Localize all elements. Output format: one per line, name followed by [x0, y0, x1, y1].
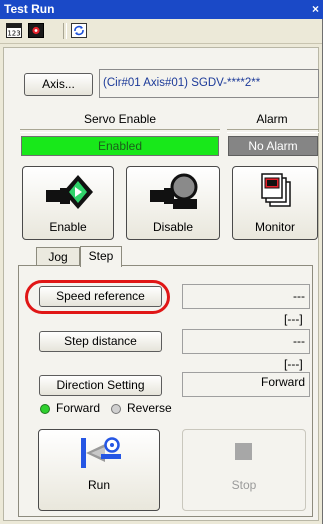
toolbar-separator [63, 23, 67, 39]
reverse-radio[interactable] [111, 404, 121, 414]
test-run-window: Test Run × 123 Axis... (Cir#01 Axis#01) … [0, 0, 323, 524]
servo-enable-header: Servo Enable [83, 112, 157, 126]
direction-setting-value: Forward [182, 372, 310, 397]
disable-icon [150, 173, 198, 209]
monitor-label: Monitor [254, 220, 295, 234]
stop-label: Stop [231, 478, 257, 492]
alarm-header: Alarm [256, 112, 288, 126]
servo-divider [20, 129, 220, 133]
axis-button[interactable]: Axis... [24, 73, 93, 96]
record-red-icon[interactable] [28, 23, 44, 38]
step-distance-value: --- [182, 329, 310, 354]
reverse-radio-label: Reverse [127, 401, 172, 415]
refresh-icon[interactable] [71, 23, 87, 38]
enable-label: Enable [49, 220, 87, 234]
stop-button: Stop [182, 429, 306, 511]
run-button[interactable]: Run [38, 429, 160, 511]
enable-button[interactable]: Enable [22, 166, 114, 240]
svg-text:123: 123 [7, 30, 20, 38]
axis-value-field: (Cir#01 Axis#01) SGDV-****2** [99, 69, 319, 98]
step-distance-unit: [---] [284, 357, 303, 371]
servo-status-indicator: Enabled [21, 136, 219, 156]
monitor-button[interactable]: Monitor [232, 166, 318, 240]
tab-jog[interactable]: Jog [36, 247, 80, 267]
step-distance-button[interactable]: Step distance [39, 331, 162, 352]
run-icon [81, 437, 121, 468]
alarm-divider [227, 129, 319, 133]
monitor-icon [261, 173, 291, 207]
stop-icon [235, 443, 252, 460]
speed-reference-unit: [---] [284, 312, 303, 326]
close-icon[interactable]: × [312, 0, 319, 19]
run-label: Run [87, 478, 110, 492]
window-title: Test Run [4, 2, 55, 16]
disable-label: Disable [152, 220, 194, 234]
enable-icon [46, 175, 93, 209]
toolbar: 123 [0, 19, 322, 44]
title-bar: Test Run × [0, 0, 323, 19]
tab-step[interactable]: Step [80, 246, 122, 267]
calc-123-icon[interactable]: 123 [6, 23, 22, 38]
disable-button[interactable]: Disable [126, 166, 220, 240]
alarm-status-indicator: No Alarm [228, 136, 318, 156]
speed-reference-value: --- [182, 284, 310, 309]
forward-radio-label: Forward [56, 401, 101, 415]
speed-reference-highlight [25, 280, 170, 314]
forward-radio[interactable] [40, 404, 50, 414]
direction-setting-button[interactable]: Direction Setting [39, 375, 162, 396]
